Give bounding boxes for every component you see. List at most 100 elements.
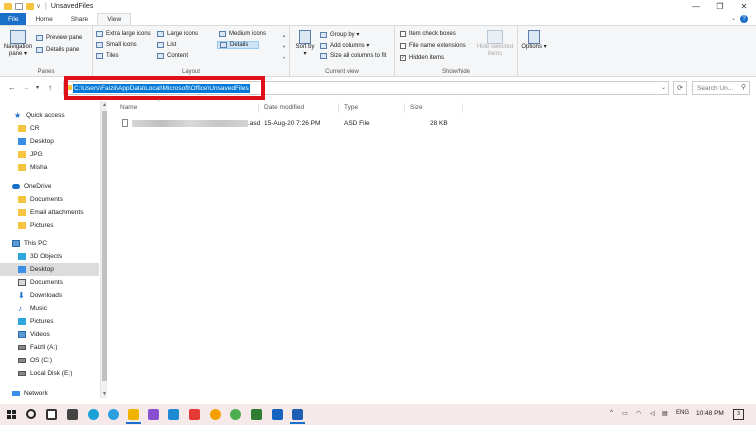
drive-icon xyxy=(18,358,26,363)
table-row[interactable]: .asd 15-Aug-20 7:26 PM ASD File 28 KB xyxy=(118,118,468,130)
address-path[interactable]: C:\Users\Faizii\AppData\Local\Microsoft\… xyxy=(73,83,250,93)
item-check-boxes-toggle[interactable]: Item check boxes xyxy=(400,31,456,37)
search-icon[interactable] xyxy=(26,409,36,419)
up-button[interactable]: ↑ xyxy=(48,83,52,92)
options-button[interactable]: Options ▾ xyxy=(521,30,547,51)
file-name-extensions-checkbox[interactable] xyxy=(400,43,406,49)
help-icon[interactable]: ? xyxy=(740,15,748,23)
chrome-icon[interactable] xyxy=(230,409,241,420)
customize-qa-dropdown[interactable]: v xyxy=(37,4,40,10)
chevron-down-icon[interactable]: ⌄ xyxy=(731,15,736,22)
preview-pane-button[interactable]: Preview pane xyxy=(36,35,82,41)
sidebar-item-desktop[interactable]: Desktop xyxy=(0,135,99,148)
scrollbar-thumb[interactable] xyxy=(102,111,107,381)
file-explorer-icon[interactable] xyxy=(128,409,139,420)
hide-selected-items-button[interactable]: Hide selected items xyxy=(475,30,515,58)
volume-icon[interactable]: ◁ xyxy=(650,410,655,417)
edge-icon[interactable] xyxy=(88,409,99,420)
group-by-button[interactable]: Group by ▾ xyxy=(320,31,359,38)
sidebar-item-documents[interactable]: Documents xyxy=(0,193,99,206)
sidebar-item-jpg[interactable]: JPG xyxy=(0,148,99,161)
scroll-down-icon[interactable]: ▼ xyxy=(102,391,107,397)
column-header-type[interactable]: Type xyxy=(336,102,358,113)
navigation-pane-button[interactable]: Navigation pane ▾ xyxy=(2,30,34,58)
content-option[interactable]: Content xyxy=(157,53,188,59)
tab-home[interactable]: Home xyxy=(26,13,61,25)
clock[interactable]: 10:48 PM xyxy=(696,410,724,417)
layout-gallery-scroll[interactable]: ▲ ▼ ▾ xyxy=(281,30,287,64)
visual-studio-icon[interactable] xyxy=(148,409,159,420)
task-view-icon[interactable] xyxy=(46,409,57,420)
chevron-down-icon[interactable]: ⌄ xyxy=(661,84,666,91)
sidebar-item-drive-a[interactable]: Faizll (A:) xyxy=(0,341,99,354)
battery-icon[interactable]: ▭ xyxy=(622,410,628,417)
recent-locations-button[interactable]: ▾ xyxy=(36,84,39,91)
language-indicator[interactable]: ENG xyxy=(676,410,689,416)
size-all-columns-button[interactable]: Size all columns to fit xyxy=(320,53,386,59)
close-button[interactable]: ✕ xyxy=(732,0,756,13)
show-hidden-icons[interactable]: ^ xyxy=(610,410,613,416)
add-columns-button[interactable]: Add columns ▾ xyxy=(320,42,369,49)
forward-button[interactable]: → xyxy=(22,83,30,92)
sidebar-item-onedrive[interactable]: OneDrive xyxy=(0,180,99,193)
column-header-date-modified[interactable]: Date modified xyxy=(256,102,304,113)
sidebar-item-network[interactable]: Network xyxy=(0,387,99,398)
sidebar-item-pictures-pc[interactable]: Pictures xyxy=(0,315,99,328)
search-input[interactable]: Search Un... ⚲ xyxy=(692,81,750,95)
app-icon[interactable] xyxy=(189,409,200,420)
list-option[interactable]: List xyxy=(157,42,176,48)
hidden-items-checkbox[interactable]: ✓ xyxy=(400,55,406,61)
large-icons-option[interactable]: Large icons xyxy=(157,31,198,37)
item-check-boxes-checkbox[interactable] xyxy=(400,31,406,37)
sidebar-item-3d-objects[interactable]: 3D Objects xyxy=(0,250,99,263)
maximize-button[interactable]: ❐ xyxy=(708,0,732,13)
sidebar-scrollbar[interactable]: ▲ ▼ xyxy=(100,101,107,398)
refresh-button[interactable]: ⟳ xyxy=(673,81,687,95)
sidebar-item-documents-pc[interactable]: Documents xyxy=(0,276,99,289)
tiles-option[interactable]: Tiles xyxy=(96,53,118,59)
sidebar-item-misha[interactable]: Misha xyxy=(0,161,99,174)
vscode-icon[interactable] xyxy=(168,409,179,420)
notification-center-icon[interactable]: 3 xyxy=(733,409,744,420)
properties-icon[interactable] xyxy=(15,3,23,10)
tab-view[interactable]: View xyxy=(97,13,132,25)
wifi-icon[interactable]: ◠ xyxy=(636,410,641,417)
sidebar-item-cr[interactable]: CR xyxy=(0,122,99,135)
address-input[interactable]: C:\Users\Faizii\AppData\Local\Microsoft\… xyxy=(63,81,669,95)
file-name-extensions-toggle[interactable]: File name extensions xyxy=(400,43,466,49)
column-header-name[interactable]: Name xyxy=(112,102,137,113)
sidebar-item-quick-access[interactable]: ★ Quick access xyxy=(0,109,99,122)
ime-icon[interactable]: ▤ xyxy=(662,410,668,417)
column-divider[interactable] xyxy=(462,103,463,113)
hidden-items-toggle[interactable]: ✓ Hidden items xyxy=(400,55,444,61)
minimize-button[interactable]: — xyxy=(684,0,708,13)
tab-file[interactable]: File xyxy=(0,13,27,25)
details-pane-button[interactable]: Details pane xyxy=(36,47,79,53)
medium-icons-option[interactable]: Medium icons xyxy=(219,31,266,37)
sidebar-item-downloads[interactable]: ⬇ Downloads xyxy=(0,289,99,302)
app-icon[interactable] xyxy=(251,409,262,420)
word-icon[interactable] xyxy=(292,409,303,420)
sidebar-item-drive-c[interactable]: OS (C:) xyxy=(0,354,99,367)
scroll-up-icon[interactable]: ▲ xyxy=(102,102,107,108)
new-folder-icon[interactable] xyxy=(26,3,34,10)
back-button[interactable]: ← xyxy=(8,83,16,92)
sidebar-item-drive-e[interactable]: Local Disk (E:) xyxy=(0,367,99,380)
sidebar-item-email-attachments[interactable]: Email attachments xyxy=(0,206,99,219)
start-button[interactable] xyxy=(6,409,17,420)
app-icon[interactable] xyxy=(272,409,283,420)
app-icon[interactable] xyxy=(210,409,221,420)
sidebar-item-music[interactable]: ♪ Music xyxy=(0,302,99,315)
extra-large-icons-option[interactable]: Extra large icons xyxy=(96,31,151,37)
sidebar-item-videos[interactable]: Videos xyxy=(0,328,99,341)
film-app-icon[interactable] xyxy=(67,409,78,420)
sidebar-item-pictures[interactable]: Pictures xyxy=(0,219,99,232)
details-option[interactable]: Details xyxy=(217,41,260,49)
telegram-icon[interactable] xyxy=(108,409,119,420)
tab-share[interactable]: Share xyxy=(62,13,97,25)
small-icons-option[interactable]: Small icons xyxy=(96,42,137,48)
sidebar-item-this-pc[interactable]: This PC xyxy=(0,237,99,250)
sort-by-button[interactable]: Sort by ▾ xyxy=(294,30,316,58)
sidebar-item-desktop-pc[interactable]: Desktop xyxy=(0,263,99,276)
column-header-size[interactable]: Size xyxy=(402,102,423,113)
